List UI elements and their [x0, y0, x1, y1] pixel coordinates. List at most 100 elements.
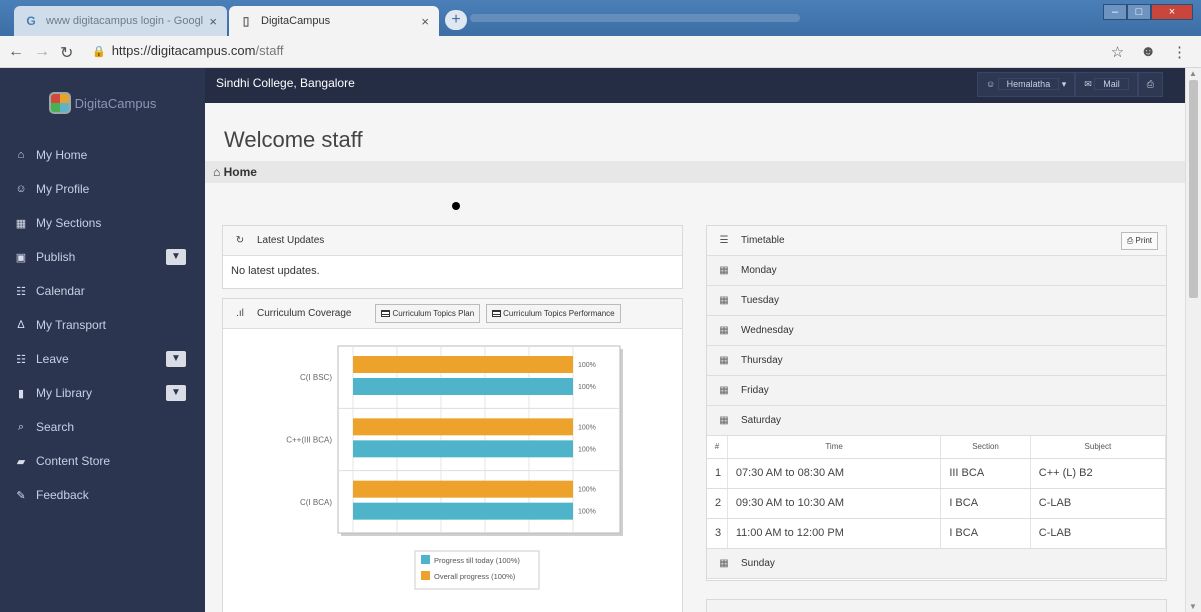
chevron-down-icon[interactable]: ▼ — [166, 249, 186, 265]
print-button[interactable]: ⎙ Print — [1120, 232, 1158, 250]
day-label: Tuesday — [741, 295, 779, 306]
table-cell: C-LAB — [1030, 488, 1167, 519]
table-cell: C++ (L) B2 — [1030, 458, 1167, 489]
bar — [353, 480, 573, 498]
toolbar-actions: ☆ ☻ ⋮ — [1111, 43, 1187, 61]
table-header: # Time Section Subject — [707, 436, 1167, 459]
column-header: Time — [727, 436, 942, 459]
sidebar-item-label: Calendar — [36, 284, 85, 298]
sidebar-item-my-library[interactable]: ▮ My Library ▼ — [0, 376, 205, 410]
logo[interactable]: DigitaCampus — [0, 68, 205, 138]
updates-empty-text: No latest updates. — [231, 265, 320, 277]
sidebar-item-feedback[interactable]: ✎ Feedback — [0, 478, 205, 512]
sidebar-item-search[interactable]: ⌕ Search — [0, 410, 205, 444]
day-row[interactable]: ▦ Thursday — [707, 346, 1166, 376]
sidebar-item-label: My Library — [36, 386, 93, 400]
forward-arrow-icon[interactable]: → — [34, 43, 50, 61]
day-row[interactable]: ▦ Wednesday — [707, 316, 1166, 346]
page-title: Welcome staff — [224, 127, 363, 152]
panel-header: .ıl Curriculum Coverage Curriculum Topic… — [223, 299, 682, 329]
sidebar-item-label: Content Store — [36, 454, 111, 468]
legend-swatch — [421, 571, 430, 580]
scroll-up-icon[interactable]: ▲ — [1189, 69, 1197, 78]
tab-google[interactable]: G www digitacampus login - Googl × — [14, 6, 227, 36]
table-cell: III BCA — [940, 458, 1031, 489]
table-cell: 2 — [707, 488, 728, 519]
day-row[interactable]: ▦ Sunday — [707, 548, 1166, 579]
main-content: Welcome staff ⌂ Home ↻ Latest Updates No… — [205, 103, 1185, 612]
mail-button[interactable]: ✉ Mail — [1075, 72, 1138, 97]
chevron-down-icon[interactable]: ▼ — [166, 385, 186, 401]
panel-title: Timetable — [741, 235, 785, 246]
browser-toolbar: ← → ↻ 🔒 https://digitacampus.com/staff ☆ … — [0, 36, 1201, 68]
scrollbar-thumb[interactable] — [1189, 80, 1198, 298]
account-icon[interactable]: ☻ — [1140, 43, 1156, 61]
reload-icon[interactable]: ↻ — [60, 43, 73, 63]
page-icon: ▯ — [242, 14, 250, 28]
edit-icon: ✎ — [16, 489, 26, 502]
sidebar-item-content-store[interactable]: ▰ Content Store — [0, 444, 205, 478]
scroll-down-icon[interactable]: ▼ — [1189, 602, 1197, 611]
topics-plan-button[interactable]: Curriculum Topics Plan — [375, 304, 481, 323]
sidebar-item-label: My Transport — [36, 318, 107, 332]
breadcrumb-home[interactable]: Home — [224, 165, 257, 179]
browser-window: G www digitacampus login - Googl × ▯ Dig… — [0, 0, 1201, 612]
day-label: Monday — [741, 265, 777, 276]
chevron-down-icon[interactable]: ▼ — [166, 351, 186, 367]
table-cell: 3 — [707, 518, 728, 549]
refresh-icon[interactable]: ↻ — [223, 235, 257, 246]
sidebar-item-label: Leave — [36, 352, 69, 366]
next-panel-header — [706, 599, 1167, 612]
star-icon[interactable]: ☆ — [1111, 43, 1124, 61]
sidebar-item-label: My Home — [36, 148, 88, 162]
sidebar-item-my-profile[interactable]: ☺ My Profile — [0, 172, 205, 206]
day-row[interactable]: ▦ Friday — [707, 376, 1166, 406]
home-icon: ⌂ — [213, 165, 221, 179]
sidebar-item-my-transport[interactable]: ∆ My Transport — [0, 308, 205, 342]
day-row[interactable]: ▦ Tuesday — [707, 286, 1166, 316]
table-cell: 11:00 AM to 12:00 PM — [727, 518, 942, 549]
user-menu[interactable]: ☺ Hemalatha ▾ — [976, 72, 1076, 97]
tab-digitacampus[interactable]: ▯ DigitaCampus × — [229, 6, 439, 36]
url-host: https://digitacampus.com — [111, 43, 256, 58]
logo-text: DigitaCampus — [74, 95, 157, 111]
topics-performance-button[interactable]: Curriculum Topics Performance — [486, 304, 621, 323]
menu-icon[interactable]: ⋮ — [1172, 43, 1187, 61]
day-row[interactable]: ▦ Monday — [707, 256, 1166, 286]
column-header: # — [707, 436, 728, 459]
calendar-icon: ▦ — [719, 355, 729, 366]
app: DigitaCampus ⌂ My Home ☺ My Profile ▦ My Sect… — [0, 68, 1201, 612]
image-icon: ▣ — [15, 251, 27, 264]
home-icon: ⌂ — [17, 149, 25, 161]
calendar-icon: ☷ — [16, 285, 26, 298]
legend-swatch — [421, 555, 430, 564]
maximize-button[interactable]: □ — [1127, 4, 1151, 20]
tab-label: www digitacampus login - Googl — [46, 15, 204, 27]
sidebar-item-calendar[interactable]: ☷ Calendar — [0, 274, 205, 308]
calendar-icon: ▦ — [719, 265, 729, 276]
bar — [353, 356, 573, 373]
new-tab-button[interactable]: + — [445, 10, 467, 30]
grid-icon: ▦ — [15, 217, 27, 230]
address-bar[interactable]: 🔒 https://digitacampus.com/staff — [92, 43, 283, 58]
category-label: C(I BCA) — [300, 498, 332, 507]
day-label: Thursday — [741, 355, 783, 366]
page-scrollbar[interactable]: ▲ ▼ — [1185, 68, 1201, 612]
close-icon[interactable]: × — [209, 14, 217, 29]
print-icon[interactable]: ⎙ — [1137, 72, 1163, 97]
sidebar-nav: ⌂ My Home ☺ My Profile ▦ My Sections ▣ Publish ▼… — [0, 138, 205, 512]
sidebar-item-publish[interactable]: ▣ Publish ▼ — [0, 240, 205, 274]
bar — [353, 440, 573, 458]
window-controls: – □ × — [1103, 4, 1193, 20]
minimize-button[interactable]: – — [1103, 4, 1127, 20]
day-row[interactable]: ▦ Saturday — [707, 406, 1166, 436]
back-arrow-icon[interactable]: ← — [8, 43, 24, 61]
close-window-button[interactable]: × — [1151, 4, 1193, 20]
sidebar-item-leave[interactable]: ☷ Leave ▼ — [0, 342, 205, 376]
panel-title: Latest Updates — [257, 235, 325, 246]
table-cell: I BCA — [940, 488, 1031, 519]
sidebar-item-my-sections[interactable]: ▦ My Sections — [0, 206, 205, 240]
sidebar-item-my-home[interactable]: ⌂ My Home — [0, 138, 205, 172]
close-icon[interactable]: × — [421, 14, 429, 29]
calendar-icon: ☷ — [16, 353, 26, 366]
